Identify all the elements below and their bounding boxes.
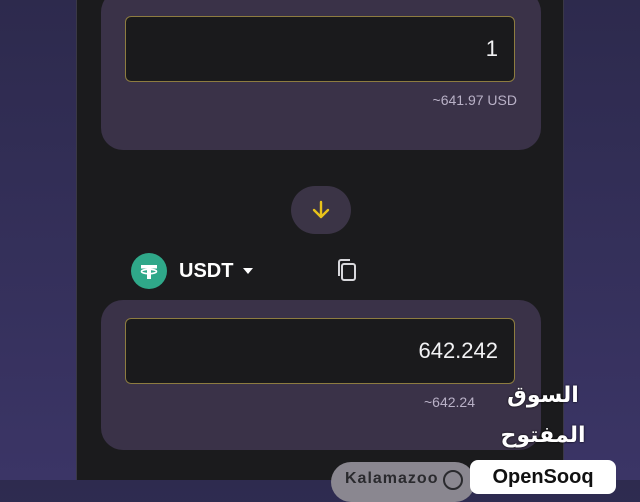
chevron-down-icon (243, 268, 254, 274)
tether-icon (131, 253, 167, 289)
from-card: 1 ~641.97 USD (101, 0, 541, 150)
opensooq-watermark: السوق المفتوح OpenSooq (470, 376, 616, 494)
info-icon (443, 470, 463, 490)
copy-icon[interactable] (335, 258, 359, 284)
arrow-down-icon (312, 200, 330, 219)
to-usd-estimate: ~642.24 (424, 394, 475, 410)
token-name: USDT (179, 259, 234, 282)
watermark-arabic: السوق المفتوح (500, 383, 586, 448)
from-usd-estimate: ~641.97 USD (432, 92, 517, 108)
left-backdrop (0, 0, 76, 480)
to-amount-output[interactable]: 642.242 (125, 318, 515, 384)
watermark-brand: OpenSooq (470, 460, 616, 494)
footer-pill-button[interactable]: Kalamazoo (331, 462, 475, 502)
footer-pill-label: Kalamazoo (345, 470, 439, 487)
swap-direction-button[interactable] (291, 186, 351, 234)
from-amount-input[interactable]: 1 (125, 16, 515, 82)
token-selector[interactable]: USDT (131, 252, 254, 290)
